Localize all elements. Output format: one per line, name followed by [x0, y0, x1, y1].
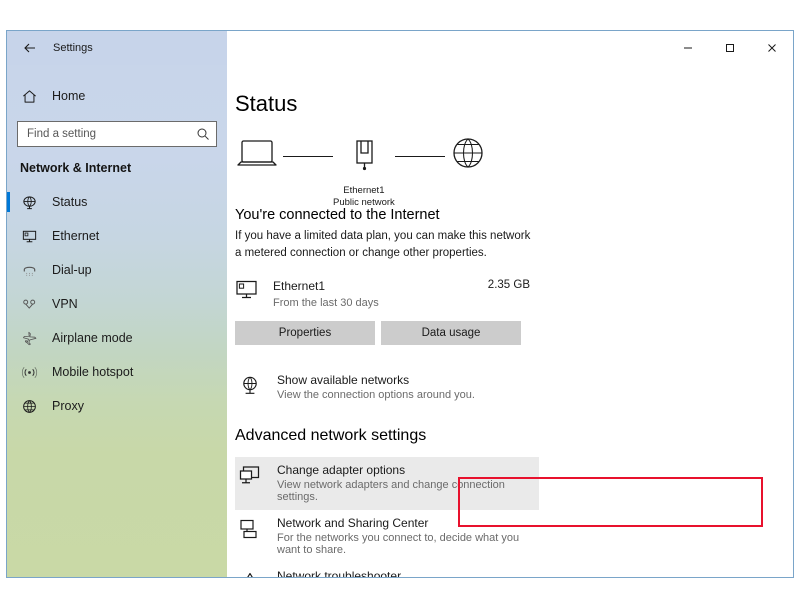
- network-sharing-center-row[interactable]: Network and Sharing Center For the netwo…: [235, 510, 535, 563]
- close-icon: [768, 44, 776, 52]
- title-bar-left: Settings: [7, 31, 227, 65]
- adapter-subtitle: From the last 30 days: [273, 297, 379, 310]
- sidebar-item-label: Status: [52, 195, 88, 209]
- main-content: Status Ethernet1 Public network You're c…: [227, 65, 793, 577]
- troubleshooter-title: Network troubleshooter: [277, 569, 402, 577]
- sidebar-item-airplane-mode[interactable]: Airplane mode: [7, 321, 227, 355]
- sidebar-home-label: Home: [52, 89, 86, 103]
- adapter-texts: Ethernet1 From the last 30 days: [273, 277, 476, 309]
- monitor-icon: [235, 277, 261, 306]
- monitor-adapter-icon: [239, 463, 265, 492]
- adapter-summary-row: Ethernet1 From the last 30 days 2.35 GB: [235, 277, 530, 309]
- back-arrow-icon: [24, 43, 35, 53]
- airplane-icon: [20, 329, 38, 347]
- connection-heading: You're connected to the Internet: [235, 207, 440, 223]
- hotspot-icon: [20, 363, 38, 381]
- sidebar-item-proxy[interactable]: Proxy: [7, 389, 227, 423]
- sidebar-item-home[interactable]: Home: [7, 79, 227, 113]
- diagram-internet-node: [445, 135, 491, 184]
- advanced-settings-title: Advanced network settings: [235, 427, 427, 445]
- show-networks-subtitle: View the connection options around you.: [277, 389, 475, 402]
- search-container: [7, 121, 227, 147]
- diagram-caption-line2: Public network: [333, 196, 395, 208]
- sharing-center-title: Network and Sharing Center: [277, 516, 429, 531]
- search-box[interactable]: [17, 121, 217, 147]
- sidebar-item-label: Proxy: [52, 399, 84, 413]
- vpn-icon: [20, 295, 38, 313]
- network-diagram: Ethernet1 Public network: [235, 135, 793, 208]
- sidebar-item-dial-up[interactable]: Dial-up: [7, 253, 227, 287]
- window-body: Home Network & Internet: [7, 65, 793, 577]
- sidebar-item-label: VPN: [52, 297, 78, 311]
- close-button[interactable]: [751, 31, 793, 65]
- window-controls: [667, 31, 793, 65]
- sharing-center-texts: Network and Sharing Center For the netwo…: [277, 516, 527, 556]
- change-adapter-subtitle: View network adapters and change connect…: [277, 479, 505, 504]
- dialup-phone-icon: [20, 261, 38, 279]
- sidebar-item-status[interactable]: Status: [7, 185, 227, 219]
- title-bar-drag-area[interactable]: [227, 31, 667, 65]
- search-input[interactable]: [27, 128, 196, 140]
- globe-monitor-icon: [239, 373, 265, 402]
- show-networks-title: Show available networks: [277, 373, 410, 388]
- action-buttons: Properties Data usage: [235, 321, 793, 346]
- sidebar-item-label: Ethernet: [52, 229, 100, 243]
- sidebar-item-vpn[interactable]: VPN: [7, 287, 227, 321]
- show-available-networks-row[interactable]: Show available networks View the connect…: [235, 367, 535, 409]
- sharing-center-icon: [239, 516, 265, 545]
- maximize-icon: [726, 44, 734, 52]
- settings-window: Settings Home Find a setting Network & I…: [6, 30, 794, 578]
- diagram-device-node: [235, 135, 283, 184]
- change-adapter-title: Change adapter options: [277, 463, 406, 478]
- connection-description: If you have a limited data plan, you can…: [235, 230, 531, 259]
- status-globe-icon: [20, 193, 38, 211]
- globe-icon: [20, 397, 38, 415]
- diagram-adapter-node: Ethernet1 Public network: [333, 135, 395, 209]
- app-title: Settings: [53, 42, 93, 54]
- diagram-link-left: [283, 156, 333, 157]
- network-adapter-icon: [356, 140, 373, 171]
- adapter-name: Ethernet1: [273, 279, 326, 294]
- properties-button[interactable]: Properties: [235, 321, 375, 346]
- diagram-caption-line1: Ethernet1: [343, 185, 385, 196]
- sidebar-item-mobile-hotspot[interactable]: Mobile hotspot: [7, 355, 227, 389]
- data-usage-button[interactable]: Data usage: [381, 321, 521, 346]
- laptop-icon: [237, 140, 277, 166]
- maximize-button[interactable]: [709, 31, 751, 65]
- sidebar: Home Network & Internet: [7, 65, 227, 577]
- show-networks-texts: Show available networks View the connect…: [277, 373, 475, 401]
- ethernet-icon: [20, 227, 38, 245]
- minimize-button[interactable]: [667, 31, 709, 65]
- sidebar-item-label: Airplane mode: [52, 331, 133, 345]
- back-button[interactable]: [19, 37, 41, 59]
- sidebar-item-label: Mobile hotspot: [52, 365, 134, 379]
- page-title: Status: [235, 91, 298, 116]
- home-icon: [20, 87, 38, 105]
- sidebar-item-label: Dial-up: [52, 263, 92, 277]
- search-icon: [196, 127, 210, 141]
- globe-icon: [453, 138, 483, 168]
- warning-triangle-icon: [239, 569, 265, 577]
- diagram-caption: Ethernet1 Public network: [333, 185, 395, 209]
- change-adapter-options-row[interactable]: Change adapter options View network adap…: [235, 457, 539, 511]
- troubleshooter-texts: Network troubleshooter Diagnose and fix …: [277, 569, 452, 577]
- sidebar-item-ethernet[interactable]: Ethernet: [7, 219, 227, 253]
- sidebar-section-title: Network & Internet: [20, 161, 132, 175]
- title-bar: Settings: [7, 31, 793, 65]
- adapter-data-usage: 2.35 GB: [487, 279, 530, 292]
- sharing-center-subtitle: For the networks you connect to, decide …: [277, 532, 520, 557]
- minimize-icon: [684, 47, 692, 49]
- network-troubleshooter-row[interactable]: Network troubleshooter Diagnose and fix …: [235, 563, 535, 577]
- diagram-link-right: [394, 156, 445, 157]
- change-adapter-texts: Change adapter options View network adap…: [277, 463, 531, 503]
